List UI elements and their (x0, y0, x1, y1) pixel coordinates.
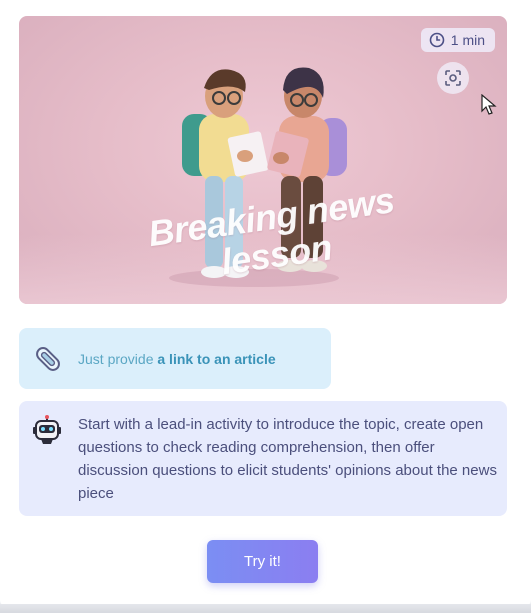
lesson-card: Breaking news lesson 1 min Just provide … (0, 0, 531, 606)
description-text: Start with a lead-in activity to introdu… (78, 416, 497, 502)
scan-icon (445, 70, 461, 86)
scan-button[interactable] (437, 62, 469, 94)
mouse-cursor-icon (481, 94, 497, 115)
hero-image: Breaking news lesson 1 min (19, 16, 507, 304)
hint-box: Just provide a link to an article (19, 328, 331, 389)
article-link[interactable]: a link to an article (157, 351, 275, 367)
robot-icon (33, 415, 61, 444)
description-box: Start with a lead-in activity to introdu… (19, 401, 507, 516)
hint-text: Just provide a link to an article (78, 351, 276, 367)
hint-prefix: Just provide (78, 350, 158, 367)
duration-text: 1 min (450, 32, 485, 48)
paperclip-icon (36, 346, 60, 371)
clock-icon (429, 32, 445, 48)
duration-badge: 1 min (420, 28, 495, 52)
card-bottom-edge (0, 604, 531, 613)
try-it-button[interactable]: Try it! (207, 540, 318, 583)
